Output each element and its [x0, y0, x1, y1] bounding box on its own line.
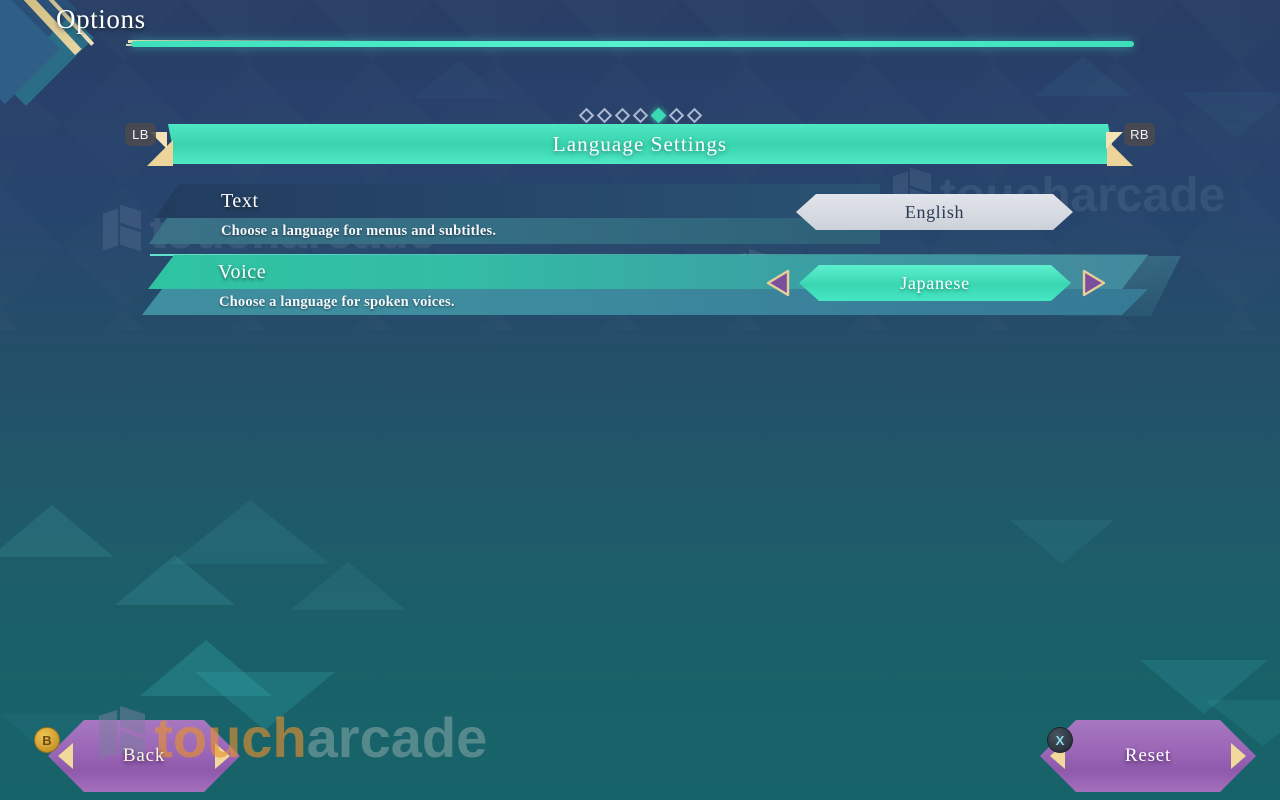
- reset-right-arrow-icon: [1231, 743, 1246, 769]
- setting-title-band: Text: [155, 184, 880, 218]
- gamepad-x-badge[interactable]: X: [1047, 727, 1073, 753]
- category-title: Language Settings: [552, 131, 728, 156]
- voice-prev-button[interactable]: [765, 268, 791, 298]
- tab-indicator[interactable]: [0, 107, 1280, 124]
- page-title: Options: [56, 4, 146, 34]
- back-button-label: Back: [122, 745, 166, 766]
- setting-description: Choose a language for spoken voices.: [219, 293, 455, 310]
- setting-label: Text: [221, 189, 259, 212]
- setting-description: Choose a language for menus and subtitle…: [221, 222, 497, 239]
- tab-dot-6[interactable]: [686, 107, 702, 124]
- tab-dot-0[interactable]: [578, 107, 594, 124]
- tab-dot-3[interactable]: [632, 107, 648, 124]
- reset-button-label: Reset: [1124, 745, 1172, 766]
- back-button[interactable]: Back: [48, 720, 240, 792]
- triangle-right-icon: [1082, 269, 1106, 297]
- back-right-arrow-icon: [215, 743, 230, 769]
- voice-language-value-button[interactable]: Japanese: [799, 265, 1071, 301]
- left-bumper-badge[interactable]: LB: [125, 123, 156, 146]
- gamepad-b-badge[interactable]: B: [34, 727, 60, 753]
- tab-dot-4[interactable]: [650, 107, 666, 124]
- text-language-value-button[interactable]: English: [796, 194, 1073, 230]
- tab-dot-2[interactable]: [614, 107, 630, 124]
- back-left-arrow-icon: [58, 743, 73, 769]
- category-banner-underline: [131, 41, 1134, 47]
- tab-dot-1[interactable]: [596, 107, 612, 124]
- category-banner: Language Settings: [0, 124, 1280, 176]
- next-category-arrow-highlight-icon: [1106, 132, 1123, 149]
- options-screen: toucharcade toucharcade toucharcade Opti…: [0, 0, 1280, 800]
- voice-language-value: Japanese: [900, 272, 970, 293]
- tab-dot-5[interactable]: [668, 107, 684, 124]
- reset-button[interactable]: Reset: [1040, 720, 1256, 792]
- voice-next-button[interactable]: [1081, 268, 1107, 298]
- setting-label: Voice: [218, 260, 267, 283]
- text-language-value: English: [904, 201, 965, 222]
- triangle-left-icon: [766, 269, 790, 297]
- right-bumper-badge[interactable]: RB: [1124, 123, 1155, 146]
- setting-description-band: Choose a language for menus and subtitle…: [149, 218, 880, 244]
